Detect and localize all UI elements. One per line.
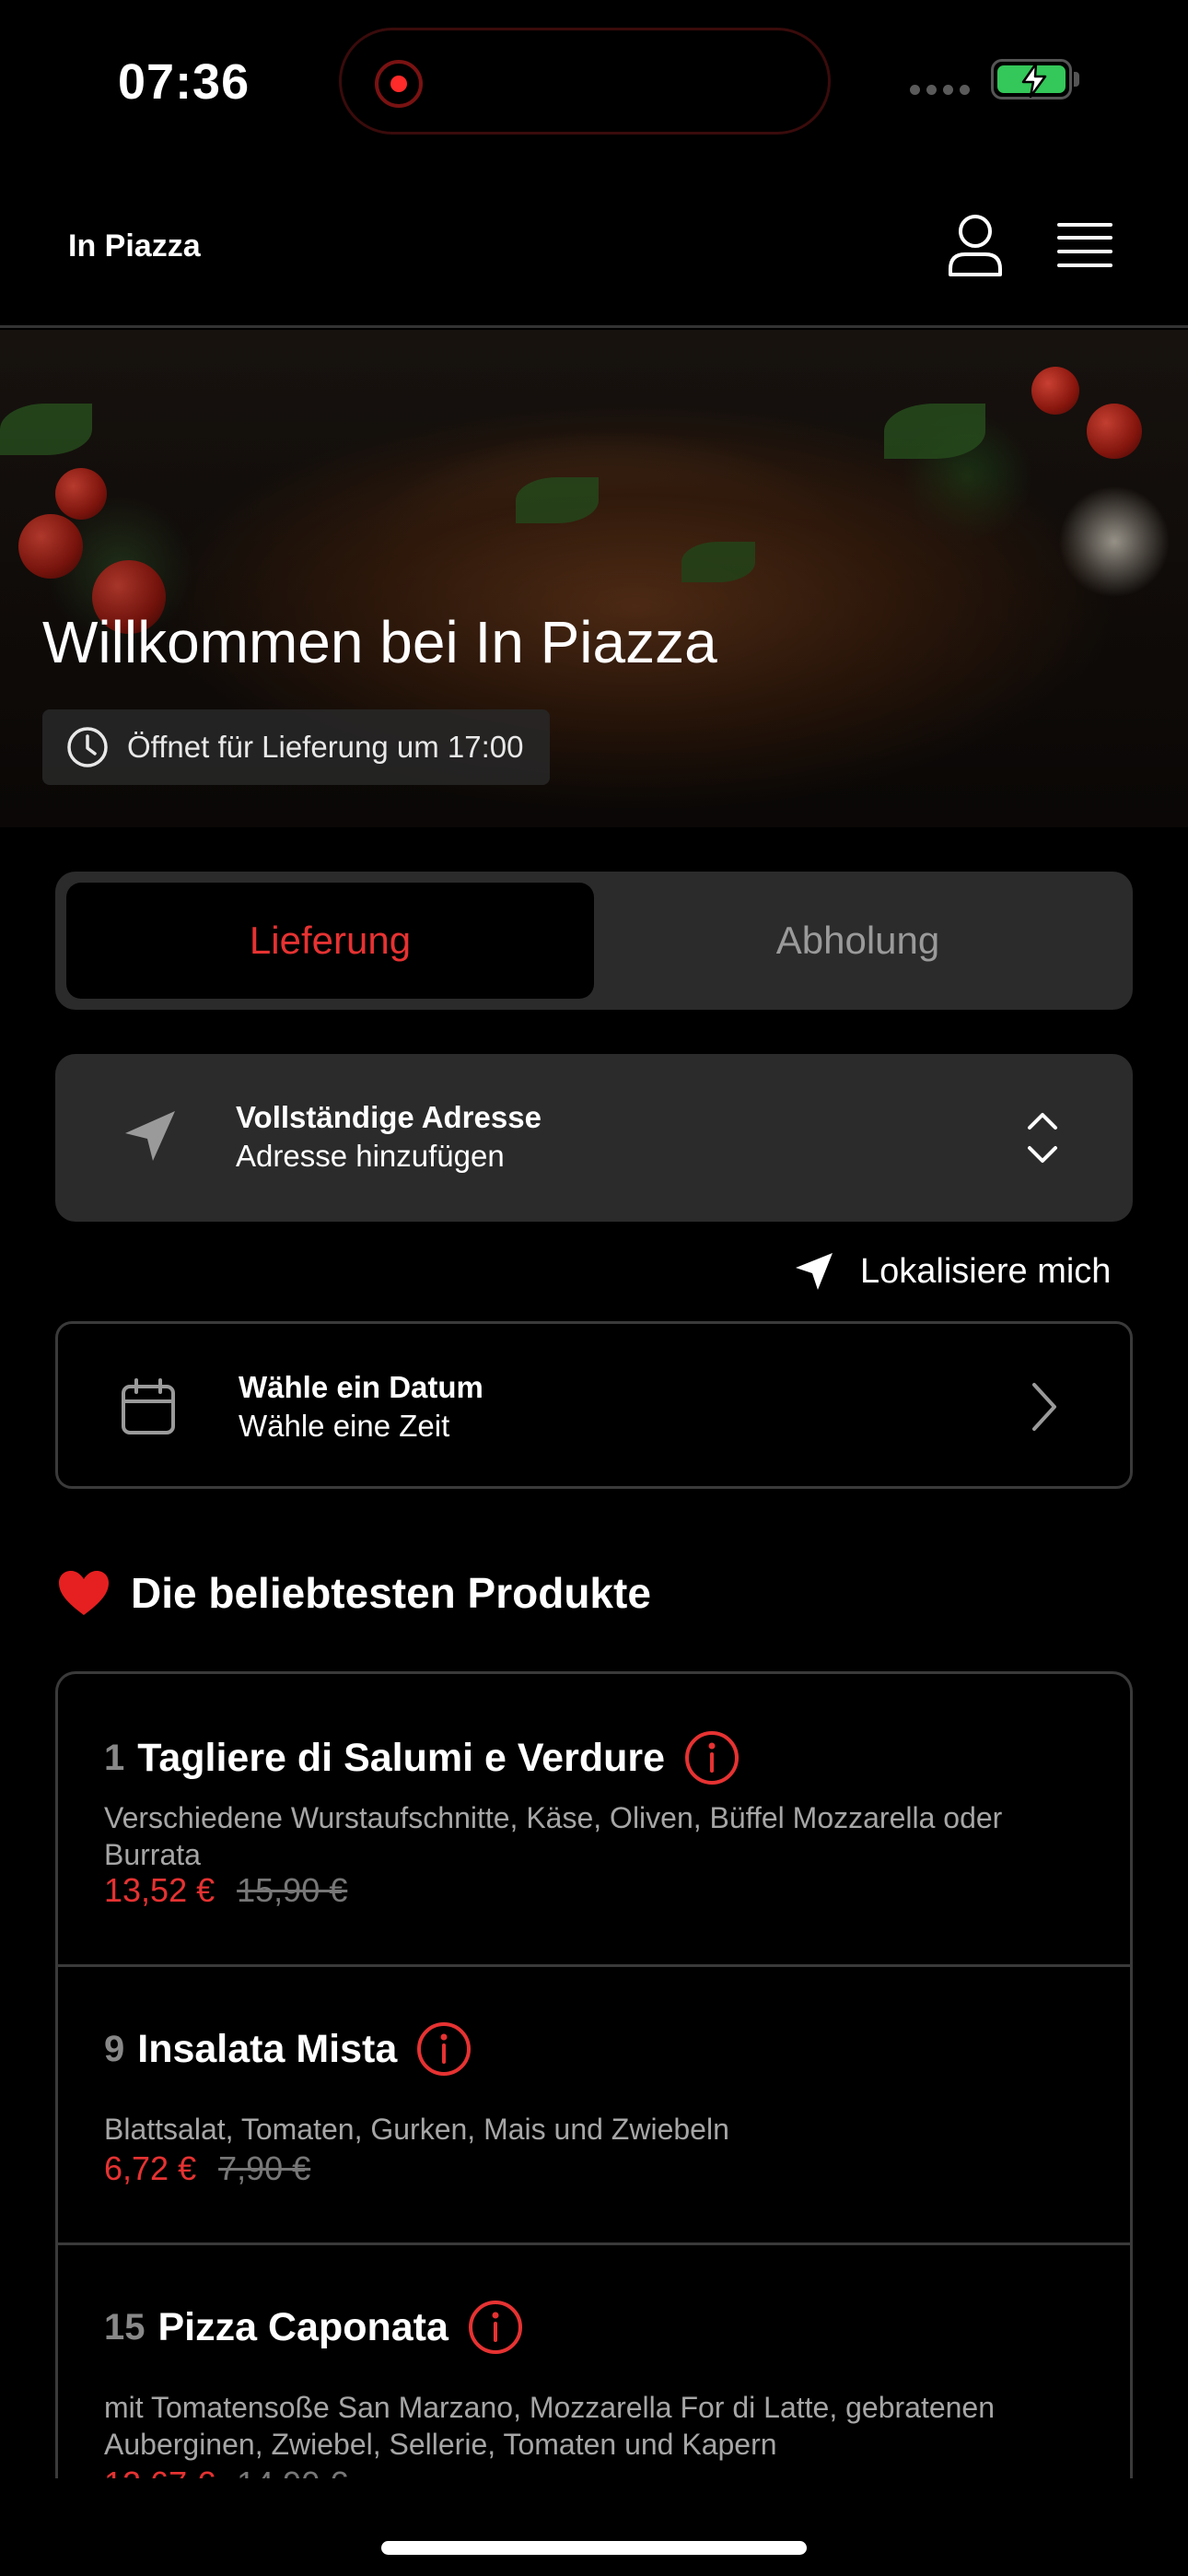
- product-description: Blattsalat, Tomaten, Gurken, Mais und Zw…: [104, 2113, 729, 2146]
- product-header: 15 Pizza Caponata: [104, 2299, 524, 2356]
- product-header: 9 Insalata Mista: [104, 2020, 472, 2078]
- schedule-subtitle: Wähle eine Zeit: [239, 1409, 450, 1443]
- home-indicator[interactable]: [381, 2541, 807, 2555]
- location-arrow-icon: [125, 1111, 175, 1161]
- user-icon[interactable]: [947, 214, 1004, 278]
- charging-bolt-icon: [1021, 62, 1047, 99]
- price-current: 6,72 €: [104, 2149, 197, 2187]
- battery-icon: [991, 59, 1072, 100]
- tab-pickup[interactable]: Abholung: [594, 883, 1122, 999]
- product-item[interactable]: 15 Pizza Caponata mit Tomatensoße San Ma…: [58, 2245, 1130, 2482]
- price-current: 13,52 €: [104, 1871, 215, 1909]
- product-name: Tagliere di Salumi e Verdure: [137, 1735, 666, 1780]
- schedule-selector[interactable]: Wähle ein Datum Wähle eine Zeit: [55, 1321, 1133, 1489]
- locate-me-label: Lokalisiere mich: [860, 1251, 1112, 1291]
- product-item[interactable]: 1 Tagliere di Salumi e Verdure Verschied…: [58, 1674, 1130, 1967]
- signal-dots-icon: [910, 85, 970, 95]
- status-bar: 07:36: [0, 0, 1188, 166]
- calendar-icon: [122, 1378, 175, 1434]
- hamburger-menu-icon[interactable]: [1057, 221, 1112, 269]
- product-name: Insalata Mista: [137, 2026, 398, 2071]
- price-original: 7,90 €: [218, 2149, 311, 2187]
- dynamic-island: [339, 28, 831, 135]
- product-name: Pizza Caponata: [157, 2304, 448, 2349]
- product-description: mit Tomatensoße San Marzano, Mozzarella …: [104, 2391, 996, 2461]
- heart-icon: [59, 1571, 109, 1615]
- location-arrow-icon: [796, 1253, 833, 1290]
- product-price: 13,52 € 15,90 €: [104, 1871, 347, 1910]
- address-selector[interactable]: Vollständige Adresse Adresse hinzufügen: [55, 1054, 1133, 1222]
- bottom-safe-area: [0, 2478, 1188, 2576]
- opening-hours-text: Öffnet für Lieferung um 17:00: [127, 730, 524, 764]
- product-description: Verschiedene Wurstaufschnitte, Käse, Oli…: [104, 1801, 1003, 1871]
- opening-hours-badge: Öffnet für Lieferung um 17:00: [42, 709, 550, 785]
- popular-products-title: Die beliebtesten Produkte: [131, 1569, 651, 1617]
- info-circle-icon[interactable]: [467, 2299, 524, 2356]
- brand-name[interactable]: In Piazza: [68, 228, 201, 264]
- order-mode-switch: Lieferung Abholung: [55, 872, 1133, 1010]
- chevron-right-icon: [1032, 1383, 1056, 1431]
- battery-tip: [1074, 72, 1079, 87]
- locate-me-button[interactable]: Lokalisiere mich: [794, 1246, 1111, 1297]
- address-title: Vollständige Adresse: [236, 1100, 542, 1134]
- info-circle-icon[interactable]: [415, 2020, 472, 2078]
- app-header: In Piazza: [0, 166, 1188, 328]
- product-item[interactable]: 9 Insalata Mista Blattsalat, Tomaten, Gu…: [58, 1967, 1130, 2245]
- popular-products-list: 1 Tagliere di Salumi e Verdure Verschied…: [55, 1671, 1133, 2482]
- popular-products-heading: Die beliebtesten Produkte: [57, 1568, 651, 1618]
- product-number: 1: [104, 1737, 125, 1778]
- schedule-title: Wähle ein Datum: [239, 1370, 483, 1404]
- address-subtitle: Adresse hinzufügen: [236, 1139, 505, 1173]
- hero-banner: Willkommen bei In Piazza Öffnet für Lief…: [0, 330, 1188, 827]
- recording-indicator-icon: [375, 60, 423, 108]
- chevron-updown-icon: [1028, 1113, 1057, 1163]
- clock-icon: [67, 727, 108, 767]
- hero-title: Willkommen bei In Piazza: [42, 609, 717, 675]
- product-price: 6,72 € 7,90 €: [104, 2149, 310, 2188]
- status-time: 07:36: [118, 54, 250, 110]
- price-original: 15,90 €: [237, 1871, 348, 1909]
- tab-delivery[interactable]: Lieferung: [66, 883, 594, 999]
- product-header: 1 Tagliere di Salumi e Verdure: [104, 1729, 740, 1786]
- product-number: 15: [104, 2306, 146, 2348]
- product-number: 9: [104, 2028, 125, 2069]
- info-circle-icon[interactable]: [683, 1729, 740, 1786]
